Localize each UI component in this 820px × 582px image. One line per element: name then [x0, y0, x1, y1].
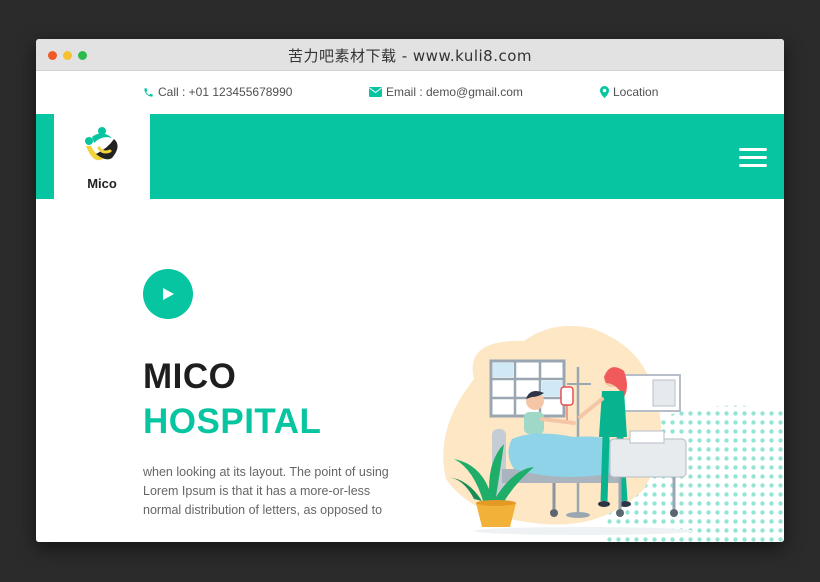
- play-icon: [163, 288, 174, 300]
- mico-logo-icon: [85, 127, 118, 161]
- call-contact[interactable]: Call : +01 123455678990: [143, 85, 292, 99]
- hospital-illustration: [443, 325, 784, 542]
- logo-text: Mico: [87, 176, 117, 191]
- hero-title-line1: MICO: [143, 357, 237, 396]
- hero-section: MICO HOSPITAL when looking at its layout…: [36, 199, 784, 542]
- logo-link[interactable]: Mico: [54, 114, 150, 199]
- play-video-button[interactable]: [143, 269, 193, 319]
- map-marker-icon: [600, 86, 609, 98]
- hero-title-line2: HOSPITAL: [143, 402, 322, 441]
- main-navbar: Mico: [36, 114, 784, 199]
- call-text: Call : +01 123455678990: [158, 85, 293, 99]
- location-contact[interactable]: Location: [600, 85, 658, 99]
- hamburger-menu-button[interactable]: [739, 148, 767, 168]
- hamburger-menu-icon-bar: [739, 156, 767, 159]
- browser-window: 苦力吧素材下载 - www.kuli8.com Call : +01 12345…: [36, 39, 784, 542]
- hamburger-menu-icon: [739, 148, 767, 151]
- hamburger-menu-icon-bar: [739, 164, 767, 167]
- phone-icon: [144, 87, 153, 97]
- browser-titlebar: 苦力吧素材下载 - www.kuli8.com: [36, 39, 784, 71]
- email-contact[interactable]: Email : demo@gmail.com: [369, 85, 523, 99]
- location-text: Location: [613, 85, 659, 99]
- hero-description: when looking at its layout. The point of…: [143, 465, 389, 517]
- email-text: Email : demo@gmail.com: [386, 85, 523, 99]
- browser-title: 苦力吧素材下载 - www.kuli8.com: [287, 47, 533, 65]
- envelope-icon: [369, 87, 382, 97]
- contact-bar: Call : +01 123455678990 Email : demo@gma…: [36, 71, 784, 114]
